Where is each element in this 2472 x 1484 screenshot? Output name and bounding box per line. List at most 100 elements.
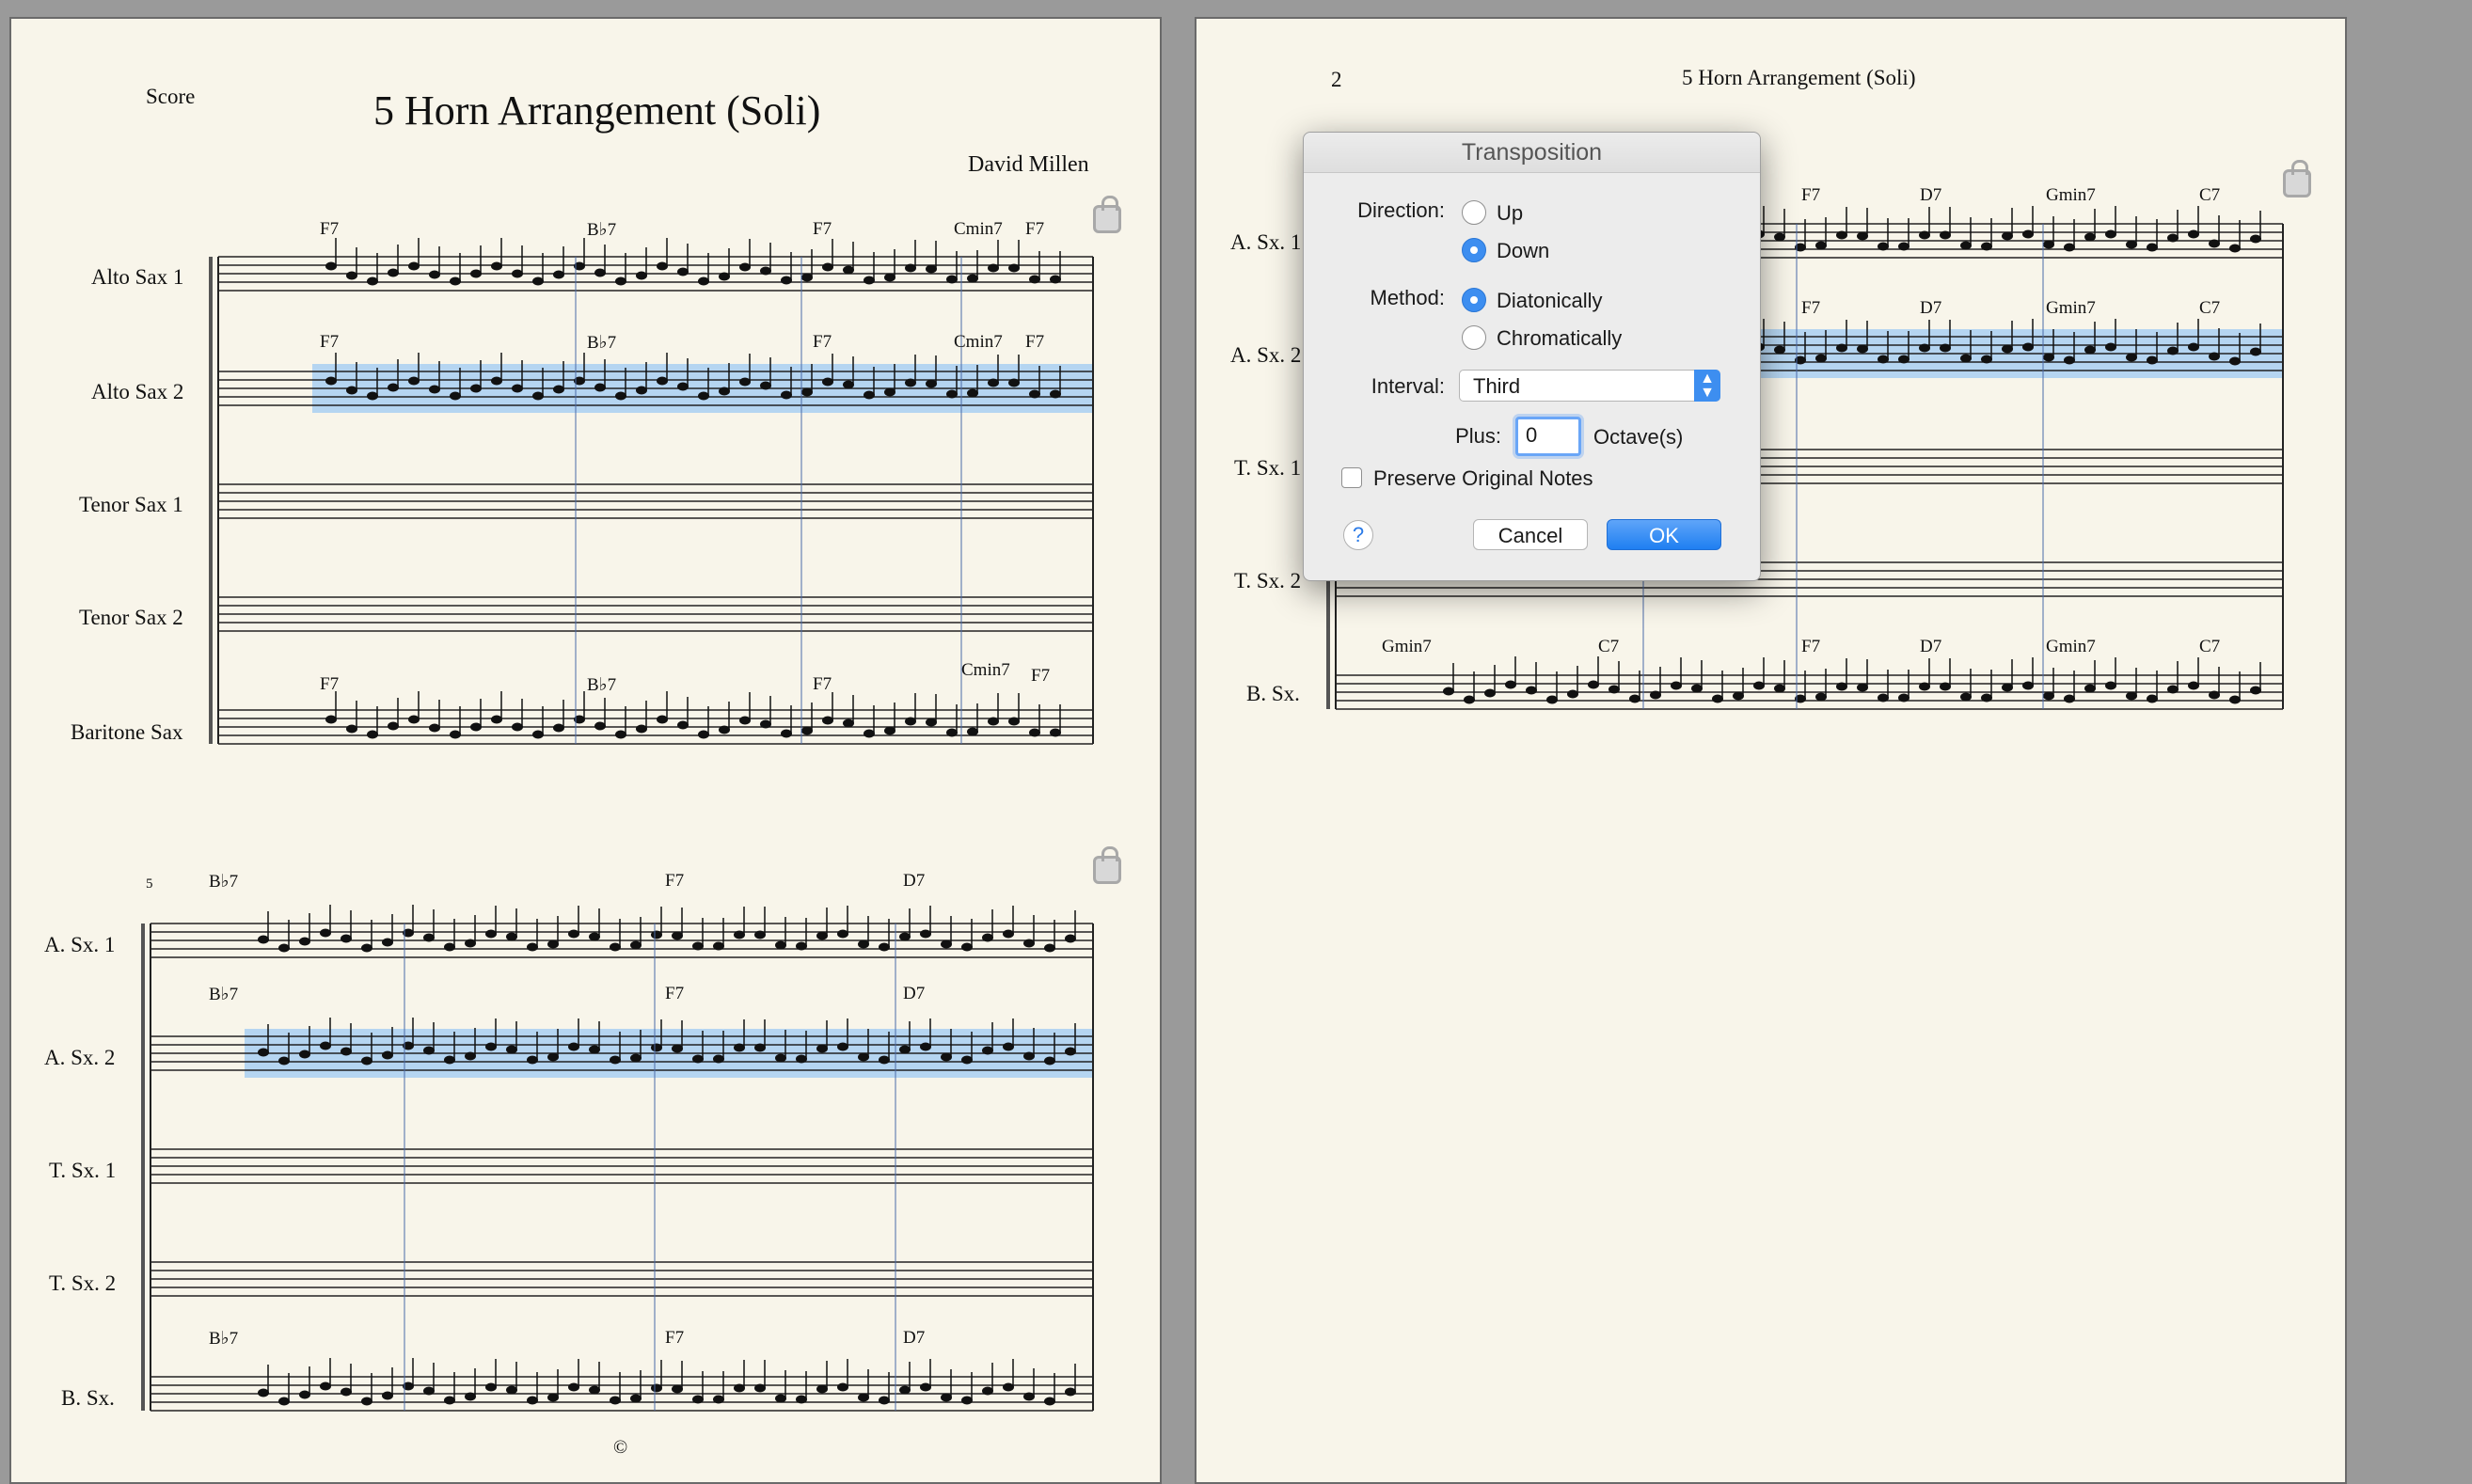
notehead — [1608, 685, 1620, 694]
notehead — [739, 716, 751, 725]
notehead — [1836, 230, 1847, 240]
notehead — [651, 1383, 662, 1393]
notehead — [801, 387, 813, 397]
help-icon[interactable]: ? — [1343, 520, 1373, 550]
ok-button[interactable]: OK — [1607, 519, 1721, 550]
interval-label: Interval: — [1371, 374, 1445, 398]
notehead — [1981, 355, 1992, 364]
score-page-1: Score 5 Horn Arrangement (Soli) David Mi… — [9, 17, 1162, 1484]
cancel-button[interactable]: Cancel — [1473, 519, 1588, 550]
notehead — [2105, 229, 2116, 239]
notehead — [884, 273, 895, 282]
notehead — [1029, 275, 1040, 284]
notehead — [465, 1392, 476, 1401]
notehead — [346, 386, 357, 395]
notehead — [2229, 356, 2241, 366]
lock-icon[interactable] — [1093, 196, 1121, 233]
chord-symbol: D7 — [903, 984, 926, 1003]
notehead — [1857, 683, 1868, 692]
notehead — [884, 726, 895, 735]
notehead — [899, 932, 911, 941]
notehead — [719, 387, 730, 396]
notehead — [361, 943, 372, 953]
notehead — [2002, 683, 2013, 692]
notehead — [801, 273, 813, 282]
notehead — [408, 376, 420, 386]
notehead — [920, 929, 931, 939]
notehead — [547, 939, 559, 949]
notehead — [1940, 343, 1951, 353]
popup-arrows-icon: ▲ ▼ — [1694, 370, 1720, 402]
preserve-notes-label[interactable]: Preserve Original Notes — [1373, 466, 1593, 491]
method-diatonic-label[interactable]: Diatonically — [1497, 289, 1603, 313]
notehead — [532, 276, 544, 286]
notehead — [1919, 343, 1930, 353]
direction-down-label[interactable]: Down — [1497, 239, 1549, 263]
notehead — [719, 725, 730, 734]
method-diatonic-radio[interactable] — [1462, 288, 1486, 312]
direction-up-label[interactable]: Up — [1497, 201, 1523, 226]
notehead — [325, 261, 337, 271]
notehead — [2167, 346, 2179, 355]
notehead — [408, 715, 420, 724]
notehead — [719, 272, 730, 281]
notehead — [388, 383, 399, 392]
chord-symbol: Gmin7 — [1382, 637, 1432, 656]
notehead — [2188, 342, 2199, 352]
notehead — [423, 933, 435, 942]
chord-symbol: B♭7 — [209, 872, 239, 892]
notehead — [278, 1397, 290, 1406]
notehead — [941, 1393, 952, 1402]
chord-symbol: F7 — [320, 219, 340, 239]
notehead — [698, 391, 709, 401]
notehead — [2126, 240, 2137, 249]
notehead — [2209, 239, 2220, 248]
preserve-notes-checkbox[interactable] — [1341, 467, 1362, 488]
notehead — [801, 726, 813, 735]
notehead — [470, 269, 482, 278]
notehead — [2167, 233, 2179, 243]
notehead — [946, 728, 958, 737]
notehead — [926, 718, 937, 727]
notehead — [512, 722, 523, 732]
notehead — [822, 377, 833, 387]
notehead — [2064, 243, 2075, 252]
notehead — [1023, 1392, 1035, 1401]
notehead — [615, 730, 626, 739]
notehead — [1050, 728, 1061, 737]
lock-icon[interactable] — [1093, 846, 1121, 884]
notehead — [982, 1046, 993, 1055]
chord-symbol: D7 — [1920, 185, 1942, 205]
notehead — [1003, 1382, 1014, 1392]
direction-down-radio[interactable] — [1462, 238, 1486, 262]
notehead — [367, 276, 378, 286]
instrument-name: A. Sx. 1 — [1230, 230, 1302, 254]
direction-up-radio[interactable] — [1462, 200, 1486, 225]
notehead — [1023, 939, 1035, 948]
notehead — [1898, 355, 1909, 364]
notehead — [879, 1396, 890, 1405]
notehead — [2188, 681, 2199, 690]
notehead — [1898, 693, 1909, 703]
method-chromatic-label[interactable]: Chromatically — [1497, 326, 1622, 351]
notehead — [1443, 687, 1454, 696]
notehead — [2022, 681, 2034, 690]
notehead — [2229, 695, 2241, 704]
interval-select[interactable]: Third ▲ ▼ — [1459, 370, 1720, 402]
chord-symbol: F7 — [813, 674, 832, 694]
notehead — [320, 1041, 331, 1050]
lock-icon[interactable] — [2283, 160, 2311, 197]
notehead — [796, 1054, 807, 1064]
copyright: © — [613, 1437, 628, 1458]
notehead — [1815, 354, 1827, 363]
method-chromatic-radio[interactable] — [1462, 325, 1486, 350]
octave-plus-field[interactable]: 0 — [1515, 417, 1581, 456]
page-header-title: 5 Horn Arrangement (Soli) — [1682, 66, 1916, 89]
notehead — [677, 382, 689, 391]
notehead — [843, 718, 854, 728]
notehead — [837, 1042, 848, 1051]
notehead — [2147, 243, 2158, 252]
score-title: 5 Horn Arrangement (Soli) — [373, 87, 821, 134]
notehead — [816, 1384, 828, 1394]
notehead — [698, 276, 709, 286]
